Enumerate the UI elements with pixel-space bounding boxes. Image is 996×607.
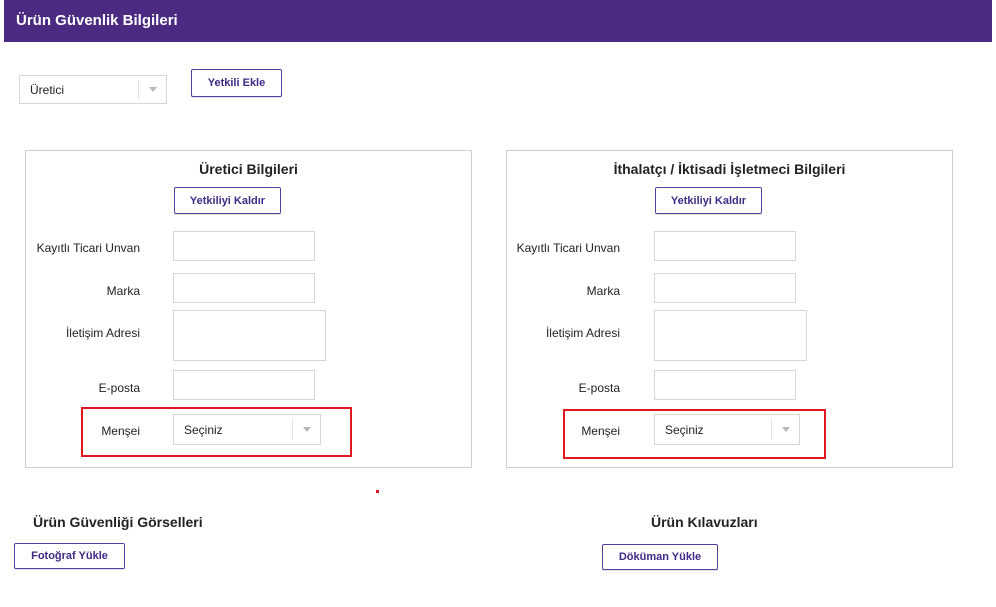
images-section-title: Ürün Güvenliği Görselleri xyxy=(33,514,203,530)
manufacturer-brand-label: Marka xyxy=(106,284,140,298)
manufacturer-trade-name-input[interactable] xyxy=(173,231,315,261)
importer-address-label: İletişim Adresi xyxy=(545,326,620,340)
manufacturer-address-textarea[interactable] xyxy=(173,310,326,361)
manufacturer-email-label: E-posta xyxy=(98,381,140,395)
role-select-value: Üretici xyxy=(30,82,65,97)
guides-section-title: Ürün Kılavuzları xyxy=(651,514,758,530)
manufacturer-origin-label: Menşei xyxy=(101,424,140,438)
role-select[interactable]: Üretici xyxy=(19,75,167,104)
importer-email-label: E-posta xyxy=(578,381,620,395)
photo-upload-button[interactable]: Fotoğraf Yükle xyxy=(14,543,125,569)
manufacturer-address-label: İletişim Adresi xyxy=(65,326,140,340)
manufacturer-remove-authorized-button[interactable]: Yetkiliyi Kaldır xyxy=(174,187,281,214)
document-upload-button[interactable]: Döküman Yükle xyxy=(602,544,718,570)
chevron-down-icon[interactable] xyxy=(771,419,799,440)
chevron-down-icon[interactable] xyxy=(292,419,320,440)
page-header: Ürün Güvenlik Bilgileri xyxy=(4,0,992,42)
chevron-down-icon[interactable] xyxy=(138,80,166,99)
importer-trade-name-label: Kayıtlı Ticari Unvan xyxy=(516,241,620,255)
importer-address-textarea[interactable] xyxy=(654,310,807,361)
importer-origin-label: Menşei xyxy=(581,424,620,438)
red-marker xyxy=(376,490,379,493)
manufacturer-origin-select[interactable]: Seçiniz xyxy=(173,414,321,445)
manufacturer-origin-select-value: Seçiniz xyxy=(184,422,223,437)
importer-origin-select-value: Seçiniz xyxy=(665,422,704,437)
page-title: Ürün Güvenlik Bilgileri xyxy=(16,12,178,29)
manufacturer-panel-title: Üretici Bilgileri xyxy=(199,161,298,177)
manufacturer-trade-name-label: Kayıtlı Ticari Unvan xyxy=(36,241,140,255)
importer-remove-authorized-button[interactable]: Yetkiliyi Kaldır xyxy=(655,187,762,214)
importer-panel-title: İthalatçı / İktisadi İşletmeci Bilgileri xyxy=(613,161,846,177)
manufacturer-brand-input[interactable] xyxy=(173,273,315,303)
importer-brand-input[interactable] xyxy=(654,273,796,303)
importer-trade-name-input[interactable] xyxy=(654,231,796,261)
manufacturer-email-input[interactable] xyxy=(173,370,315,400)
importer-origin-select[interactable]: Seçiniz xyxy=(654,414,800,445)
add-authorized-button[interactable]: Yetkili Ekle xyxy=(191,69,282,97)
importer-brand-label: Marka xyxy=(586,284,620,298)
importer-email-input[interactable] xyxy=(654,370,796,400)
